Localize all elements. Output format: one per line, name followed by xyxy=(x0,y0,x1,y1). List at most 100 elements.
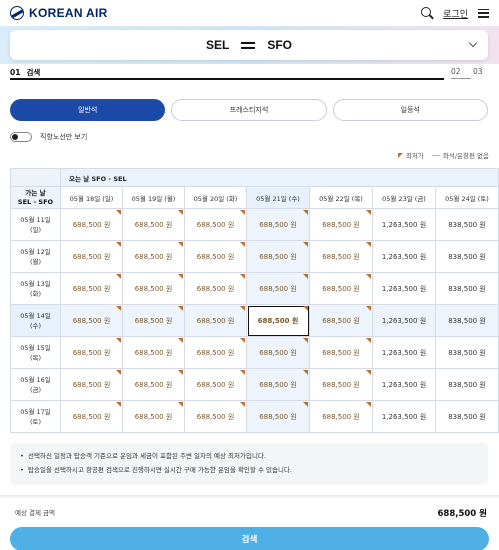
fare-cell[interactable]: 838,500 원 xyxy=(435,336,499,369)
hamburger-menu-icon[interactable] xyxy=(478,8,489,18)
fare-cell[interactable]: 838,500 원 xyxy=(435,304,499,337)
fare-cell[interactable]: 688,500 원 xyxy=(184,240,247,273)
outbound-weekday: (월) xyxy=(29,257,42,266)
outbound-date: 05월 11일 xyxy=(20,215,51,224)
fare-cell[interactable]: 688,500 원 xyxy=(246,240,310,273)
table-row: 05월 11일 (일) 688,500 원 688,500 원 688,500 원 688… xyxy=(10,208,499,241)
chevron-down-icon[interactable] xyxy=(468,38,478,48)
fare-cell[interactable]: 1,263,500 원 xyxy=(372,240,436,273)
tab-economy[interactable]: 일반석 xyxy=(10,99,166,121)
fare-cell[interactable]: 838,500 원 xyxy=(435,272,499,305)
fare-cell[interactable]: 688,500 원 xyxy=(122,240,185,273)
return-date-header: 05월 24일 (토) xyxy=(435,186,499,209)
footer-divider xyxy=(0,495,499,499)
fare-cell[interactable]: 1,263,500 원 xyxy=(372,208,436,241)
outbound-weekday: (화) xyxy=(29,289,42,298)
lowest-fare-marker-icon xyxy=(397,152,403,158)
outbound-date: 05월 12일 xyxy=(20,247,51,256)
step-1: 01 검색 xyxy=(10,67,40,78)
fare-cell[interactable]: 688,500 원 xyxy=(184,208,247,241)
step-1-progress-line xyxy=(10,78,444,80)
fare-cell[interactable]: 688,500 원 xyxy=(309,272,373,305)
outbound-route: SEL - SFO xyxy=(17,197,54,206)
fare-cell[interactable]: 688,500 원 xyxy=(309,336,373,369)
outbound-date: 05월 17일 xyxy=(20,407,51,416)
return-date-header: 05월 22일 (목) xyxy=(309,186,373,209)
fare-cell[interactable]: 688,500 원 xyxy=(309,304,373,337)
destination-code: SFO xyxy=(267,38,292,52)
fare-cell[interactable]: 1,263,500 원 xyxy=(372,272,436,305)
fare-cell[interactable]: 688,500 원 xyxy=(309,240,373,273)
fare-cell[interactable]: 688,500 원 xyxy=(122,400,185,433)
nonstop-toggle[interactable] xyxy=(10,132,32,142)
table-row: 05월 13일 (화) 688,500 원 688,500 원 688,500 원 688… xyxy=(10,272,499,305)
route-selector[interactable]: SEL SFO xyxy=(10,30,488,60)
fare-cell[interactable]: 688,500 원 xyxy=(246,208,310,241)
fare-cell[interactable]: 688,500 원 xyxy=(309,208,373,241)
search-button[interactable]: 검색 xyxy=(10,527,489,550)
origin-code: SEL xyxy=(205,38,230,52)
fare-cell[interactable]: 838,500 원 xyxy=(435,368,499,401)
fare-cell[interactable]: 688,500 원 xyxy=(184,368,247,401)
fare-cell[interactable]: 688,500 원 xyxy=(60,208,123,241)
fare-cell[interactable]: 1,263,500 원 xyxy=(372,304,436,337)
logo-text: KOREAN AIR xyxy=(29,6,108,20)
toggle-knob xyxy=(12,134,18,140)
fare-cell[interactable]: 688,500 원 xyxy=(60,336,123,369)
outbound-date-header: 05월 15일 (목) xyxy=(10,336,61,369)
fare-cell[interactable]: 838,500 원 xyxy=(435,208,499,241)
tab-prestige[interactable]: 프레스티지석 xyxy=(171,99,327,121)
fare-cell[interactable]: 688,500 원 xyxy=(246,336,310,369)
fare-cell[interactable]: 688,500 원 xyxy=(60,368,123,401)
cabin-class-tabs: 일반석 프레스티지석 일등석 xyxy=(10,99,488,121)
fare-cell[interactable]: 1,263,500 원 xyxy=(372,368,436,401)
fare-cell[interactable]: 688,500 원 xyxy=(122,208,185,241)
fare-cell[interactable]: 688,500 원 xyxy=(246,304,310,337)
return-route-banner: 오는 날 SFO - SEL xyxy=(60,168,499,187)
outbound-weekday: (수) xyxy=(29,321,42,330)
fare-cell[interactable]: 688,500 원 xyxy=(309,400,373,433)
fare-cell[interactable]: 688,500 원 xyxy=(60,400,123,433)
fare-cell[interactable]: 688,500 원 xyxy=(60,304,123,337)
fare-cell[interactable]: 688,500 원 xyxy=(246,400,310,433)
return-date-header: 05월 20일 (화) xyxy=(184,186,247,209)
fare-cell[interactable]: 688,500 원 xyxy=(122,368,185,401)
fare-cell[interactable]: 688,500 원 xyxy=(60,272,123,305)
fare-cell[interactable]: 838,500 원 xyxy=(435,400,499,433)
fare-cell[interactable]: 1,263,500 원 xyxy=(372,336,436,369)
fare-cell[interactable]: 688,500 원 xyxy=(309,368,373,401)
fare-cell[interactable]: 688,500 원 xyxy=(122,304,185,337)
outbound-date: 05월 16일 xyxy=(20,375,51,384)
outbound-route-corner: 가는 날 SEL - SFO xyxy=(10,186,61,209)
outbound-weekday: (일) xyxy=(29,225,42,234)
outbound-date: 05월 14일 xyxy=(20,311,51,320)
korean-air-logo[interactable]: KOREAN AIR xyxy=(10,6,108,20)
table-row: 05월 17일 (토) 688,500 원 688,500 원 688,500 원 688… xyxy=(10,400,499,433)
fare-cell[interactable]: 688,500 원 xyxy=(246,272,310,305)
search-icon[interactable] xyxy=(421,7,433,19)
table-row: 05월 16일 (금) 688,500 원 688,500 원 688,500 원 688… xyxy=(10,368,499,401)
legend-lowest: 최저가 xyxy=(397,150,424,160)
korean-air-logo-icon xyxy=(10,6,24,20)
outbound-date: 05월 15일 xyxy=(20,343,51,352)
step-2-number: 02 xyxy=(451,67,461,76)
fare-cell[interactable]: 688,500 원 xyxy=(184,272,247,305)
fare-cell[interactable]: 688,500 원 xyxy=(122,272,185,305)
tab-first[interactable]: 일등석 xyxy=(332,99,488,121)
no-seat-dash-icon xyxy=(431,154,440,156)
swap-route-icon[interactable] xyxy=(241,40,256,50)
fare-cell[interactable]: 1,263,500 원 xyxy=(372,400,436,433)
fare-cell[interactable]: 688,500 원 xyxy=(60,240,123,273)
fare-cell[interactable]: 688,500 원 xyxy=(122,336,185,369)
fare-cell[interactable]: 688,500 원 xyxy=(246,368,310,401)
legend-none-label: 좌석/운항편 없음 xyxy=(442,152,489,160)
fare-cell[interactable]: 688,500 원 xyxy=(184,400,247,433)
login-link[interactable]: 로그인 xyxy=(443,7,468,20)
fare-cell[interactable]: 688,500 원 xyxy=(184,304,247,337)
outbound-weekday: (목) xyxy=(29,353,42,362)
fare-cell[interactable]: 688,500 원 xyxy=(184,336,247,369)
fare-calendar-grid: 오는 날 SFO - SEL 가는 날 SEL - SFO 05월 18일 (일… xyxy=(10,168,499,433)
legend-lowest-label: 최저가 xyxy=(405,152,424,160)
total-fare-value: 688,500 원 xyxy=(437,509,488,519)
fare-cell[interactable]: 838,500 원 xyxy=(435,240,499,273)
